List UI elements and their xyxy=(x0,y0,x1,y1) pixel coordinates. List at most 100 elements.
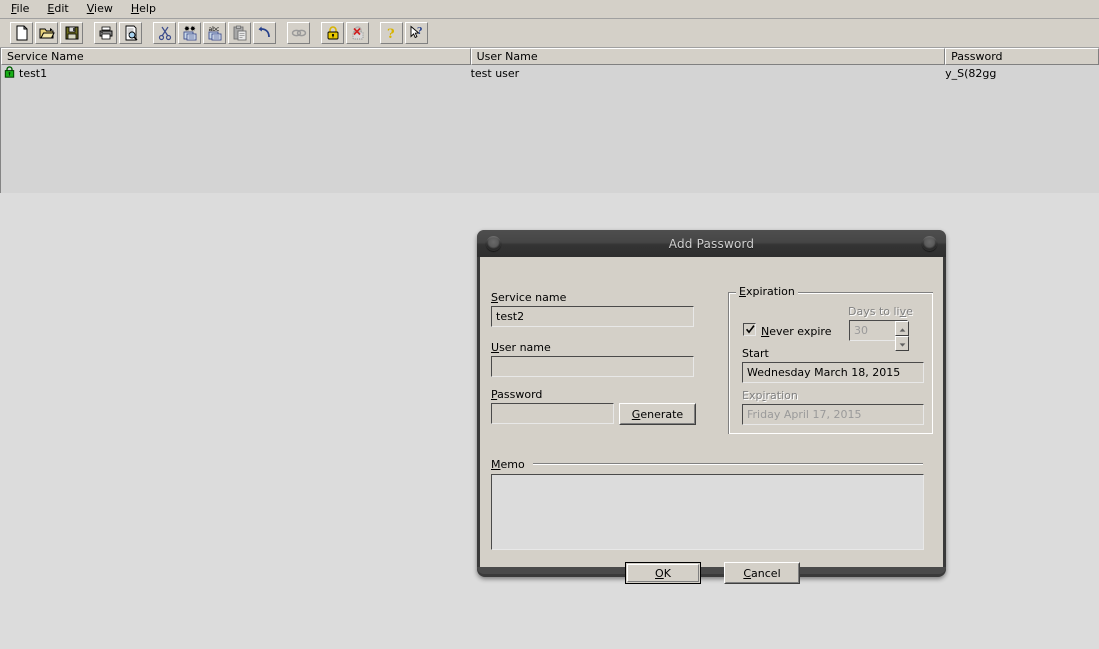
expiration-date-label-post: ration xyxy=(765,389,798,402)
row-user-name: test user xyxy=(470,67,520,80)
start-label-text: Start xyxy=(742,347,769,360)
never-expire-label[interactable]: Never expire xyxy=(761,325,831,338)
toolbar-copy-username-button[interactable]: abc xyxy=(203,22,226,44)
ok-accel: O xyxy=(655,566,664,580)
memo-separator xyxy=(533,463,923,465)
list-header-row: Service Name User Name Password xyxy=(1,48,1099,65)
toolbar-open-button[interactable] xyxy=(35,22,58,44)
delete-lock-icon xyxy=(350,25,366,41)
memo-label-rest: emo xyxy=(500,458,525,471)
row-user-cell: test user xyxy=(471,67,946,80)
toolbar-link-button[interactable] xyxy=(287,22,310,44)
print-preview-icon xyxy=(123,25,139,41)
menu-edit-rest: dit xyxy=(54,2,69,15)
start-date-value: Wednesday March 18, 2015 xyxy=(747,366,901,379)
memo-textarea[interactable] xyxy=(491,474,924,550)
cut-scissors-icon xyxy=(157,25,173,41)
password-input[interactable] xyxy=(491,403,614,424)
dialog-close-button[interactable] xyxy=(922,236,937,251)
ok-button[interactable]: OK xyxy=(625,562,701,584)
toolbar-help-button[interactable]: ? xyxy=(380,22,403,44)
column-header-user-name[interactable]: User Name xyxy=(470,48,946,65)
generate-button-label: Generate xyxy=(631,407,684,421)
toolbar-print-button[interactable] xyxy=(94,22,117,44)
never-expire-accel: N xyxy=(761,325,770,338)
menu-item-view[interactable]: View xyxy=(78,1,122,17)
password-label-rest: assword xyxy=(497,388,543,401)
toolbar-context-help-button[interactable]: ? xyxy=(405,22,428,44)
toolbar-save-button[interactable] xyxy=(60,22,83,44)
dialog-title: Add Password xyxy=(668,236,755,251)
new-icon xyxy=(14,25,30,41)
cancel-button[interactable]: Cancel xyxy=(724,562,800,584)
toolbar-separator-4 xyxy=(311,22,320,44)
menu-item-file[interactable]: File xyxy=(2,1,38,17)
menu-bar: File Edit View Help xyxy=(0,0,1099,19)
toolbar-left-pad xyxy=(0,22,9,44)
open-folder-icon xyxy=(39,25,55,41)
generate-accel: G xyxy=(631,407,641,421)
user-name-input[interactable] xyxy=(491,356,694,377)
row-password-cell: y_S(82gg xyxy=(945,67,1099,80)
days-to-live-stepper[interactable] xyxy=(895,321,909,351)
service-name-label-rest: ervice name xyxy=(497,291,567,304)
never-expire-checkbox[interactable] xyxy=(743,323,756,336)
user-name-accel: U xyxy=(491,341,500,354)
toolbar-paste-button[interactable] xyxy=(228,22,251,44)
days-to-live-stepper-down[interactable] xyxy=(895,336,909,351)
copy-password-icon: ✸✸ xyxy=(182,25,198,41)
generate-button[interactable]: Generate xyxy=(619,403,696,425)
chevron-down-icon xyxy=(899,337,906,350)
menu-item-help[interactable]: Help xyxy=(122,1,165,17)
never-expire-label-rest: ever expire xyxy=(769,325,832,338)
column-header-password[interactable]: Password xyxy=(945,48,1099,65)
toolbar-delete-password-button[interactable] xyxy=(346,22,369,44)
service-name-input[interactable]: test2 xyxy=(491,306,694,327)
menu-help-rest: elp xyxy=(139,2,156,15)
cancel-accel: C xyxy=(743,566,752,580)
days-to-live-value: 30 xyxy=(854,324,868,337)
toolbar-undo-button[interactable] xyxy=(253,22,276,44)
menu-view-accel: V xyxy=(86,2,95,15)
toolbar-cut-button[interactable] xyxy=(153,22,176,44)
save-floppy-icon xyxy=(64,25,80,41)
toolbar-new-button[interactable] xyxy=(10,22,33,44)
toolbar-separator-5 xyxy=(370,22,379,44)
service-name-accel: S xyxy=(491,291,498,304)
svg-text:?: ? xyxy=(417,27,422,37)
table-row[interactable]: test1 test user y_S(82gg xyxy=(1,65,1099,82)
menu-item-edit[interactable]: Edit xyxy=(38,1,77,17)
toolbar-print-preview-button[interactable] xyxy=(119,22,142,44)
days-to-live-label: Days to live xyxy=(848,305,913,318)
password-label: Password xyxy=(491,388,542,401)
user-name-label: User name xyxy=(491,341,551,354)
memo-label: Memo xyxy=(491,458,525,471)
undo-arrow-icon xyxy=(257,25,273,41)
user-name-label-rest: ser name xyxy=(499,341,551,354)
memo-accel: M xyxy=(491,458,501,471)
toolbar: ✸✸ abc ? ? xyxy=(0,19,1099,48)
dialog-system-menu-button[interactable] xyxy=(486,236,501,251)
dialog-bottom-bar xyxy=(477,567,946,574)
print-icon xyxy=(98,25,114,41)
menu-view-rest: iew xyxy=(94,2,113,15)
start-label: Start xyxy=(742,347,769,360)
menu-help-accel: H xyxy=(130,2,140,15)
days-to-live-stepper-up[interactable] xyxy=(895,321,909,336)
password-list-view[interactable]: Service Name User Name Password test1 te… xyxy=(0,48,1099,193)
start-date-input[interactable]: Wednesday March 18, 2015 xyxy=(742,362,924,383)
svg-text:?: ? xyxy=(387,27,395,41)
help-question-icon: ? xyxy=(384,25,400,41)
context-help-icon: ? xyxy=(409,25,425,41)
column-header-service-name[interactable]: Service Name xyxy=(1,48,471,65)
toolbar-copy-password-button[interactable]: ✸✸ xyxy=(178,22,201,44)
row-service-cell: test1 xyxy=(1,66,471,81)
expiration-date-input[interactable]: Friday April 17, 2015 xyxy=(742,404,924,425)
green-lock-icon xyxy=(4,66,15,81)
service-name-value: test2 xyxy=(496,310,525,323)
expiration-date-label-pre: Exp xyxy=(742,389,763,402)
dialog-body: Service name test2 User name Password Ge… xyxy=(480,257,943,584)
expiration-group-accel: E xyxy=(739,285,746,298)
dialog-title-bar[interactable]: Add Password xyxy=(477,230,946,257)
toolbar-add-password-button[interactable] xyxy=(321,22,344,44)
